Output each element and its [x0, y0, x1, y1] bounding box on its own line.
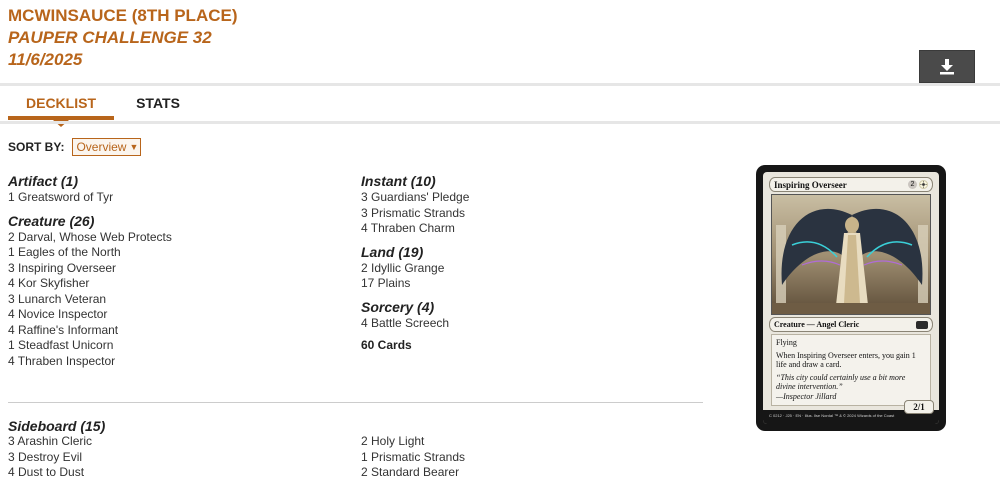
card-entry[interactable]: 1 Prismatic Strands	[361, 450, 465, 466]
decklist-column-left: Artifact (1) 1 Greatsword of Tyr Creatur…	[8, 172, 338, 375]
group-sorcery: Sorcery (4) 4 Battle Screech	[361, 298, 691, 332]
card-frame: Inspiring Overseer 2 Creature — Angel Cl…	[763, 172, 939, 424]
card-footer-text: C 0212 · J25 · EN · Illus. Ilse Nordal ™…	[769, 413, 895, 418]
tab-decklist[interactable]: DECKLIST	[8, 86, 114, 120]
sort-control: SORT BY: Overview ▼	[8, 138, 142, 156]
sideboard-column-right: 2 Holy Light 1 Prismatic Strands 2 Stand…	[361, 434, 465, 481]
group-instant: Instant (10) 3 Guardians' Pledge 3 Prism…	[361, 172, 691, 237]
decklist-column-right: Instant (10) 3 Guardians' Pledge 3 Prism…	[361, 172, 691, 353]
deck-title-block: MCWINSAUCE (8TH PLACE) PAUPER CHALLENGE …	[8, 5, 238, 71]
card-entry[interactable]: 3 Guardians' Pledge	[361, 190, 691, 206]
set-symbol-icon	[916, 320, 928, 329]
sideboard-heading: Sideboard (15)	[8, 418, 106, 434]
group-land: Land (19) 2 Idyllic Grange 17 Plains	[361, 243, 691, 292]
sideboard-divider	[8, 402, 703, 403]
card-entry[interactable]: 1 Greatsword of Tyr	[8, 190, 338, 206]
group-heading: Creature (26)	[8, 212, 95, 229]
group-artifact: Artifact (1) 1 Greatsword of Tyr	[8, 172, 338, 206]
card-flavor-quote: “This city could certainly use a bit mor…	[776, 372, 906, 392]
card-type-bar: Creature — Angel Cleric	[769, 317, 933, 332]
group-heading: Land (19)	[361, 243, 424, 260]
tab-stats[interactable]: STATS	[123, 86, 193, 120]
card-entry[interactable]: 4 Raffine's Informant	[8, 323, 338, 339]
card-entry[interactable]: 4 Kor Skyfisher	[8, 276, 338, 292]
card-ability: Flying	[776, 338, 797, 347]
card-entry[interactable]: 2 Darval, Whose Web Protects	[8, 230, 338, 246]
card-entry[interactable]: 4 Thraben Inspector	[8, 354, 338, 370]
player-placement: MCWINSAUCE (8TH PLACE)	[8, 6, 238, 25]
card-entry[interactable]: 2 Holy Light	[361, 434, 465, 450]
card-count-total: 60 Cards	[361, 338, 412, 352]
mana-cost: 2	[908, 180, 928, 189]
sideboard-column-left: 3 Arashin Cleric 3 Destroy Evil 4 Dust t…	[8, 434, 92, 481]
card-rules-text: Flying When Inspiring Overseer enters, y…	[771, 334, 931, 406]
card-entry[interactable]: 2 Idyllic Grange	[361, 261, 691, 277]
card-entry[interactable]: 17 Plains	[361, 276, 691, 292]
card-power-toughness: 2/1	[904, 400, 934, 414]
card-preview: Inspiring Overseer 2 Creature — Angel Cl…	[756, 165, 946, 431]
group-creature: Creature (26) 2 Darval, Whose Web Protec…	[8, 212, 338, 370]
mana-white-icon	[919, 180, 928, 189]
card-ability: When Inspiring Overseer enters, you gain…	[776, 350, 916, 370]
card-entry[interactable]: 4 Battle Screech	[361, 316, 691, 332]
card-flavor-attribution: —Inspector Jillard	[776, 391, 837, 401]
card-entry[interactable]: 3 Destroy Evil	[8, 450, 92, 466]
card-name: Inspiring Overseer	[774, 179, 847, 190]
tabs-divider	[0, 121, 1000, 124]
sort-select[interactable]: Overview ▼	[72, 138, 142, 156]
card-entry[interactable]: 3 Inspiring Overseer	[8, 261, 338, 277]
sort-selected-value: Overview	[76, 140, 127, 154]
event-date: 11/6/2025	[8, 50, 83, 69]
group-heading: Instant (10)	[361, 173, 436, 189]
event-name: PAUPER CHALLENGE 32	[8, 28, 212, 47]
card-name-bar: Inspiring Overseer 2	[769, 177, 933, 192]
card-entry[interactable]: 3 Prismatic Strands	[361, 206, 691, 222]
card-entry[interactable]: 1 Eagles of the North	[8, 245, 338, 261]
group-heading: Artifact (1)	[8, 173, 79, 189]
card-artwork	[771, 194, 931, 315]
card-entry[interactable]: 4 Thraben Charm	[361, 221, 691, 237]
card-entry[interactable]: 2 Standard Bearer	[361, 465, 465, 481]
group-heading: Sorcery (4)	[361, 298, 435, 315]
chevron-down-icon: ▼	[129, 142, 139, 152]
card-entry[interactable]: 4 Dust to Dust	[8, 465, 92, 481]
mana-generic-icon: 2	[908, 180, 917, 189]
tab-bar: DECKLIST STATS	[0, 86, 1000, 127]
download-icon	[940, 59, 954, 75]
card-flavor-text: “This city could certainly use a bit mor…	[776, 373, 926, 402]
card-type-line: Creature — Angel Cleric	[774, 320, 860, 329]
sort-label: SORT BY:	[8, 140, 65, 154]
download-button[interactable]	[919, 50, 975, 83]
card-entry[interactable]: 1 Steadfast Unicorn	[8, 338, 338, 354]
card-entry[interactable]: 4 Novice Inspector	[8, 307, 338, 323]
card-entry[interactable]: 3 Lunarch Veteran	[8, 292, 338, 308]
card-entry[interactable]: 3 Arashin Cleric	[8, 434, 92, 450]
